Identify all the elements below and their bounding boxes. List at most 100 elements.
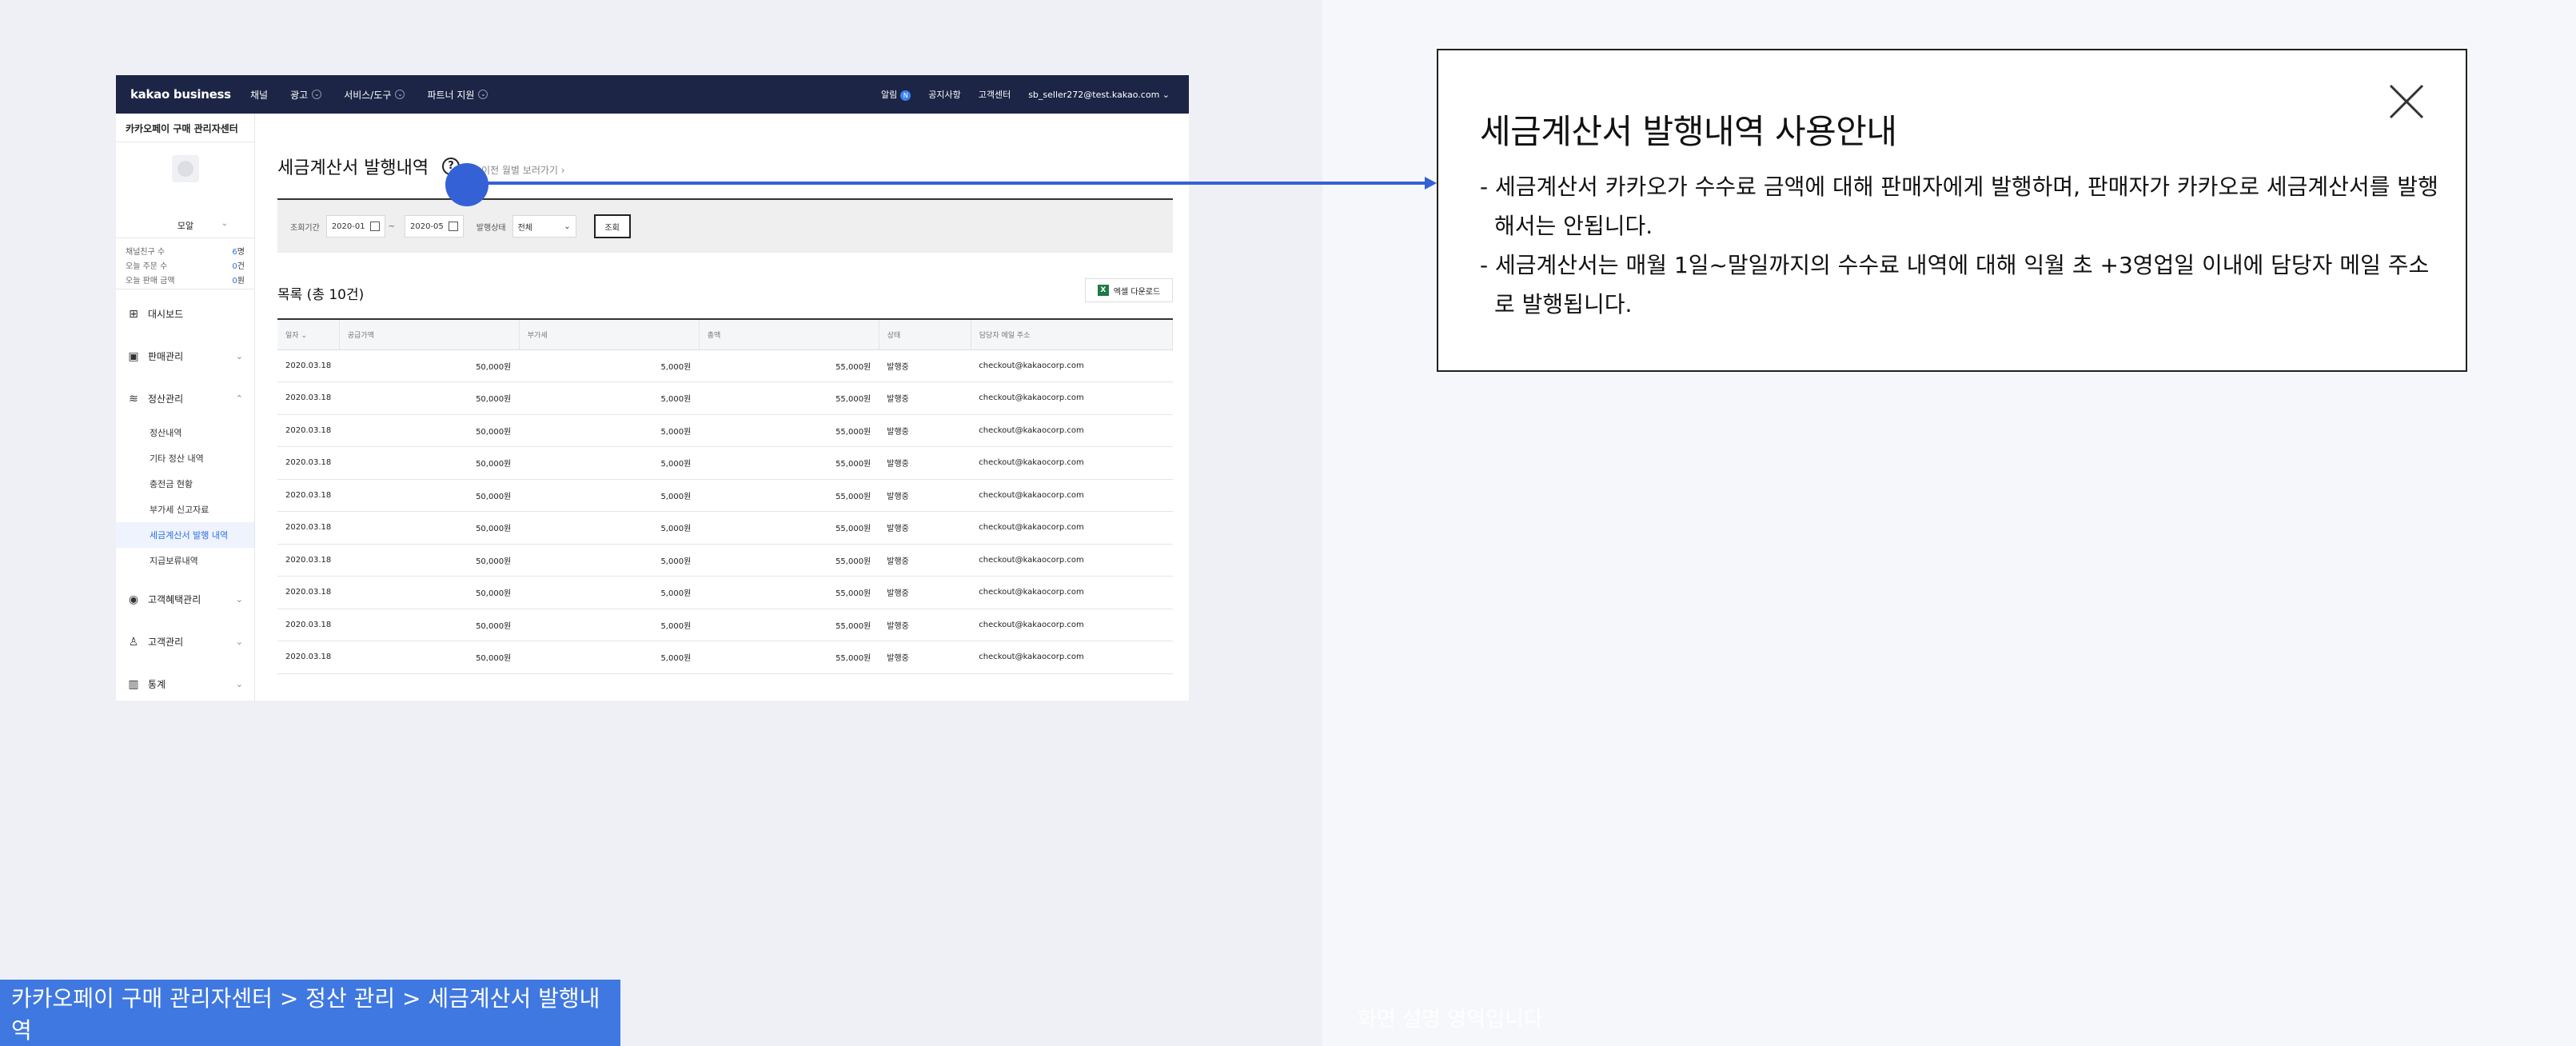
close-icon[interactable] [2387, 82, 2426, 121]
nav-partner[interactable]: 파트너 지원 ⌄ [427, 88, 488, 102]
table-row: 2020.03.18 50,000원 5,000원 55,000원 발행중 checkou… [277, 641, 1173, 674]
nav-services-label: 서비스/도구 [344, 89, 392, 101]
avatar-icon [177, 161, 193, 177]
cell-supply: 50,000원 [339, 446, 520, 480]
stat-friends: 채널친구 수 6명 [126, 243, 245, 258]
cell-supply: 50,000원 [339, 414, 520, 447]
cell-email: checkout@kakaocorp.com [971, 609, 1173, 641]
cell-date: 2020.03.18 [277, 544, 340, 577]
status-label: 발행상태 [476, 223, 506, 233]
table-row: 2020.03.18 50,000원 5,000원 55,000원 발행중 checkou… [277, 609, 1173, 641]
nav-ads[interactable]: 광고 ⌄ [290, 88, 322, 102]
cell-email: checkout@kakaocorp.com [971, 446, 1173, 480]
sidebar-item-customer[interactable]: ♙ 고객관리 ⌄ [116, 621, 254, 663]
profile-switcher[interactable]: 모알 ⌄ [116, 219, 255, 232]
info-line: - 세금계산서 카카오가 수수료 금액에 대해 판매자에게 발행하며, 판매자가… [1480, 174, 2438, 239]
sidebar-item-settlement[interactable]: ≋ 정산관리 ⌃ [116, 377, 254, 420]
table-row: 2020.03.18 50,000원 5,000원 55,000원 발행중 checkou… [277, 511, 1173, 545]
cell-supply: 50,000원 [339, 609, 520, 641]
alarm-badge: N [900, 90, 911, 101]
nav-services[interactable]: 서비스/도구 ⌄ [344, 88, 405, 102]
cell-total: 55,000원 [699, 641, 879, 674]
cell-status: 발행중 [879, 609, 971, 641]
cell-total: 55,000원 [699, 349, 879, 382]
submenu-payment-hold[interactable]: 지급보류내역 [116, 548, 254, 573]
cell-vat: 5,000원 [519, 511, 700, 545]
period-to-picker[interactable]: 2020-05 [405, 215, 464, 238]
period-from-picker[interactable]: 2020-01 [325, 215, 385, 238]
period-label: 조회기간 [290, 223, 320, 233]
nav-channel-label: 채널 [250, 89, 269, 101]
cell-date: 2020.03.18 [277, 511, 340, 545]
nav-channel[interactable]: 채널 [250, 88, 268, 102]
chevron-down-icon: ⌄ [235, 351, 243, 361]
sidebar-item-sales[interactable]: ▣ 판매관리 ⌄ [116, 335, 254, 377]
submenu-vat-report[interactable]: 부가세 신고자료 [116, 497, 254, 522]
submenu-settlement-history[interactable]: 정산내역 [116, 420, 254, 445]
submenu-tax-invoice[interactable]: 세금계산서 발행 내역 [116, 522, 254, 548]
cell-vat: 5,000원 [519, 609, 700, 641]
nav-ads-label: 광고 [290, 89, 309, 101]
sidebar-item-label: 정산관리 [148, 393, 184, 405]
status-select[interactable]: 전체 ⌄ [512, 215, 576, 238]
filter-bar: 조회기간 2020-01 ~ 2020-05 발행상태 전체 ⌄ 조회 [277, 200, 1173, 253]
sidebar-item-benefit[interactable]: ◉ 고객혜택관리 ⌄ [116, 578, 254, 621]
prev-monthly-link[interactable]: 이전 월별 보러가기 › [481, 163, 565, 177]
sidebar-item-label: 대시보드 [148, 309, 184, 320]
cell-date: 2020.03.18 [277, 381, 340, 415]
cell-date: 2020.03.18 [277, 479, 340, 512]
cell-vat: 5,000원 [519, 544, 700, 577]
info-line: - 세금계산서는 매월 1일~말일까지의 수수료 내역에 대해 익월 초 +3영… [1480, 252, 2430, 317]
search-button[interactable]: 조회 [593, 214, 631, 238]
info-title: 세금계산서 발행내역 사용안내 [1480, 112, 1897, 151]
excel-download-button[interactable]: X 엑셀 다운로드 [1085, 278, 1173, 302]
sidebar-item-label: 판매관리 [148, 351, 184, 362]
submenu-other-settlement[interactable]: 기타 정산 내역 [116, 445, 254, 471]
cell-vat: 5,000원 [519, 349, 700, 382]
sidebar-item-stats[interactable]: ▥ 통계 ⌄ [116, 663, 254, 701]
settlement-icon: ≋ [129, 392, 138, 405]
period-to-value: 2020-05 [410, 222, 444, 231]
table-header-row: 일자 ⌄ 공급가액 부가세 총액 상태 담당자 메일 주소 [277, 318, 1174, 350]
sidebar-title: 카카오페이 구매 관리자센터 [116, 114, 254, 142]
cell-total: 55,000원 [699, 446, 879, 480]
invoice-table: 일자 ⌄ 공급가액 부가세 총액 상태 담당자 메일 주소 2020.03.18… [277, 318, 1174, 674]
support-link[interactable]: 고객센터 [979, 88, 1011, 101]
cell-supply: 50,000원 [339, 641, 520, 674]
cell-supply: 50,000원 [339, 479, 520, 512]
pointer-marker [445, 163, 488, 206]
profile-name: 모알 [177, 221, 194, 231]
excel-icon: X [1097, 285, 1109, 296]
submenu-charge-status[interactable]: 충전금 현황 [116, 471, 254, 497]
chevron-down-icon: ⌄ [221, 219, 228, 228]
col-date[interactable]: 일자 ⌄ [277, 318, 340, 350]
chevron-down-icon: ⌄ [478, 90, 488, 99]
cell-status: 발행중 [879, 576, 971, 609]
account-menu[interactable]: sb_seller272@test.kakao.com ⌄ [1028, 90, 1170, 100]
cell-supply: 50,000원 [339, 544, 520, 577]
cell-supply: 50,000원 [339, 381, 520, 415]
sidebar-menu: ⊞ 대시보드 ▣ 판매관리 ⌄ ≋ 정산관리 ⌃ 정산내역 기타 정산 내역 충전금 현황… [116, 289, 254, 701]
stats-summary: 채널친구 수 6명 오늘 주문 수 0건 오늘 판매 금액 0원 [116, 238, 254, 289]
alarm-link[interactable]: 알림 N [881, 88, 911, 101]
calendar-icon [369, 222, 380, 231]
kakao-business-logo[interactable]: kakao business [130, 87, 250, 102]
cell-total: 55,000원 [699, 479, 879, 512]
chevron-down-icon: ⌄ [395, 90, 405, 99]
sidebar-item-dashboard[interactable]: ⊞ 대시보드 [116, 293, 254, 335]
cell-email: checkout@kakaocorp.com [971, 349, 1173, 382]
notice-link[interactable]: 공지사항 [928, 88, 960, 101]
info-panel: 세금계산서 발행내역 사용안내 - 세금계산서 카카오가 수수료 금액에 대해 … [1437, 49, 2467, 372]
sort-icon: ⌄ [301, 331, 307, 340]
breadcrumb: 카카오페이 구매 관리자센터 > 정산 관리 > 세금계산서 발행내역 [0, 980, 620, 1046]
main-content: 세금계산서 발행내역 ? 이전 월별 보러가기 › 조회기간 2020-01 ~… [277, 114, 1174, 701]
calendar-icon [448, 222, 458, 231]
description-placeholder: 화면 설명 영역입니다 [1358, 1008, 1543, 1032]
col-total: 총액 [699, 318, 879, 350]
excel-download-label: 엑셀 다운로드 [1113, 287, 1161, 297]
list-title: 목록 (총 10건) [277, 287, 365, 303]
cell-total: 55,000원 [699, 609, 879, 641]
cell-status: 발행중 [879, 479, 971, 512]
period-from-value: 2020-01 [331, 222, 365, 231]
cell-email: checkout@kakaocorp.com [971, 641, 1173, 674]
